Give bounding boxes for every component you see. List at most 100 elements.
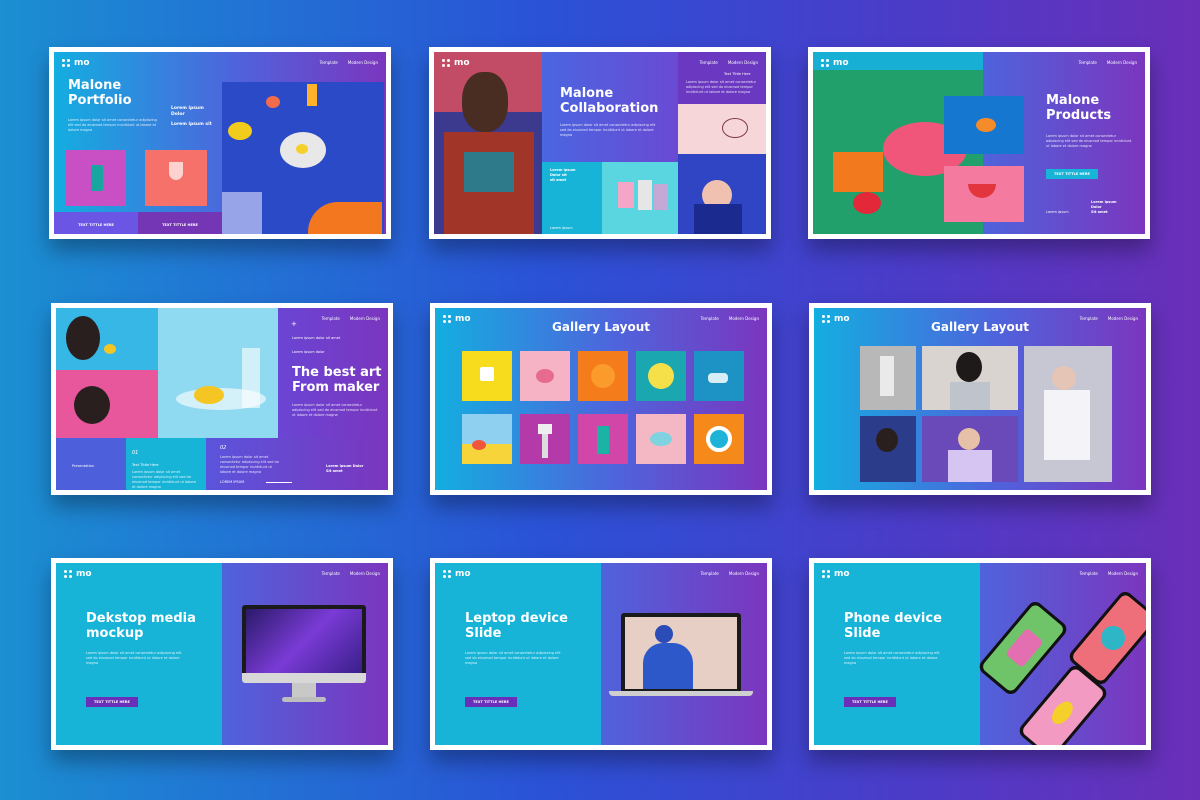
slide-title: Phone device Slide: [844, 611, 942, 641]
glass-photo: [145, 150, 207, 206]
logo: mo: [442, 58, 470, 68]
nav-template[interactable]: Template: [1079, 60, 1097, 65]
slide-products: mo Template Modern Design Malone Product…: [813, 52, 1145, 234]
text-title-button[interactable]: TEXT TITTLE HERE: [465, 697, 517, 707]
number-02: 02: [220, 445, 227, 451]
gallery-tile-cup[interactable]: [578, 414, 628, 464]
bestart-sub-text: Lorem ipsum dolor: [292, 350, 325, 354]
nav-modern-design[interactable]: Modern Design: [350, 571, 380, 576]
nav-template[interactable]: Template: [701, 316, 719, 321]
top-nav: Template Modern Design: [322, 571, 380, 576]
slide-card-portfolio[interactable]: mo Template Modern Design Malone Portfol…: [49, 47, 391, 239]
gallery-tile-lemon[interactable]: [636, 351, 686, 401]
desktop-monitor-stand: [292, 683, 316, 697]
gallery-person-neon[interactable]: [860, 416, 916, 482]
text-title-button[interactable]: TEXT TITTLE HERE: [844, 697, 896, 707]
gallery-tile-shoe[interactable]: [694, 351, 744, 401]
nav-template[interactable]: Template: [322, 571, 340, 576]
gallery-person-purple[interactable]: [922, 416, 1018, 482]
slide-card-laptop[interactable]: mo Template Modern Design Leptop device …: [430, 558, 772, 750]
products-bottom-right: Lorem ipsum Dolor Sit amet: [1091, 200, 1117, 214]
gallery-tile-mug[interactable]: [462, 351, 512, 401]
gallery-tile-plate[interactable]: [694, 414, 744, 464]
nav-template[interactable]: Template: [320, 60, 338, 65]
nav-modern-design[interactable]: Modern Design: [1108, 571, 1138, 576]
pink-leaf-photo: [678, 104, 766, 154]
slide-card-desktop[interactable]: mo Template Modern Design Dekstop media …: [51, 558, 393, 750]
gallery-tile-orange[interactable]: [578, 351, 628, 401]
nav-template[interactable]: Template: [701, 571, 719, 576]
collab-bottom-label: Lorem ipsum: [550, 226, 573, 230]
slide-laptop: mo Template Modern Design Leptop device …: [435, 563, 767, 745]
body-text: Lorem ipsum dolor sit amet consectetur a…: [1046, 134, 1132, 148]
lorem-ipsum-caps[interactable]: LOREM IPSUM: [220, 480, 244, 484]
watermelon-photo: [944, 166, 1024, 222]
slide-card-gallery-2[interactable]: mo Template Modern Design Gallery Layout: [809, 303, 1151, 495]
top-nav: Template Modern Design: [320, 60, 378, 65]
presentation-label: Presentation: [72, 464, 94, 468]
body-text: Lorem ipsum dolor sit amet consectetur a…: [465, 651, 561, 665]
nav-template[interactable]: Template: [1080, 316, 1098, 321]
text-title-button[interactable]: TEXT TITTLE HERE: [1046, 169, 1098, 179]
gallery-tile-bowl[interactable]: [636, 414, 686, 464]
slide-title: Dekstop media mockup: [86, 611, 196, 641]
collab-top-label: Text Tittle Here: [724, 72, 751, 76]
top-nav: Template Modern Design: [701, 571, 759, 576]
bottom-body: Lorem ipsum dolor sit amet consectetur a…: [132, 470, 197, 489]
nav-modern-design[interactable]: Modern Design: [729, 316, 759, 321]
logo-dots-icon: [822, 570, 830, 578]
logo: mo: [821, 58, 849, 68]
text-title-button-left[interactable]: TEXT TITTLE HERE: [54, 212, 138, 234]
slide-desktop: mo Template Modern Design Dekstop media …: [56, 563, 388, 745]
lemon-plate-photo: [158, 308, 278, 438]
nav-modern-design[interactable]: Modern Design: [729, 571, 759, 576]
slide-collaboration: mo Malone Collaboration Lorem ipsum dolo…: [434, 52, 766, 234]
nav-template[interactable]: Template: [322, 316, 340, 321]
body-text: Lorem ipsum dolor sit amet consectetur a…: [68, 118, 157, 132]
gallery-title: Gallery Layout: [552, 320, 650, 334]
nav-modern-design[interactable]: Modern Design: [348, 60, 378, 65]
logo: mo: [62, 58, 90, 68]
body-text: Lorem ipsum dolor sit amet consectetur a…: [844, 651, 940, 665]
gallery-tile-phone-stool[interactable]: [520, 414, 570, 464]
top-nav: Template Modern Design: [322, 316, 380, 321]
text-title-button-right[interactable]: TEXT TITTLE HERE: [138, 212, 222, 234]
text-title-button[interactable]: TEXT TITTLE HERE: [86, 697, 138, 707]
slide-title: Leptop device Slide: [465, 611, 568, 641]
gallery-person-bob[interactable]: [922, 346, 1018, 410]
bestart-top-text: Lorem ipsum dolor sit amet: [292, 336, 341, 340]
gallery-person-foil[interactable]: [1024, 346, 1112, 482]
breakfast-photo: [222, 82, 384, 234]
top-nav: Template Modern Design: [1080, 571, 1138, 576]
slide-card-gallery-1[interactable]: mo Template Modern Design Gallery Layout: [430, 303, 772, 495]
top-nav: Template Modern Design: [701, 316, 759, 321]
slide-phone: mo Template Modern Design Phone device S…: [814, 563, 1146, 745]
gallery-person-sitting[interactable]: [860, 346, 916, 410]
blue-woman-photo: [678, 154, 766, 234]
body-text: Lorem ipsum dolor sit amet consectetur a…: [86, 651, 182, 665]
slide-card-bestart[interactable]: Template Modern Design + Lorem ipsum dol…: [51, 303, 393, 495]
slide-gallery-2: mo Template Modern Design Gallery Layout: [814, 308, 1146, 490]
slide-card-phone[interactable]: mo Template Modern Design Phone device S…: [809, 558, 1151, 750]
text-title-label: Text Tittle Here: [132, 463, 159, 467]
gallery-tile-donuts[interactable]: [520, 351, 570, 401]
logo-dots-icon: [443, 570, 451, 578]
slide-card-products[interactable]: mo Template Modern Design Malone Product…: [808, 47, 1150, 239]
nav-modern-design[interactable]: Modern Design: [1108, 316, 1138, 321]
orange-on-blue-photo: [944, 96, 1024, 154]
nav-template[interactable]: Template: [700, 60, 718, 65]
arrow-line-icon: [266, 482, 292, 483]
nav-modern-design[interactable]: Modern Design: [350, 316, 380, 321]
slide-card-collaboration[interactable]: mo Malone Collaboration Lorem ipsum dolo…: [429, 47, 771, 239]
top-nav: Template Modern Design: [1080, 316, 1138, 321]
body-text: Lorem ipsum dolor sit amet consectetur a…: [560, 123, 656, 137]
collab-top-body: Lorem ipsum dolor sit amet consectetur a…: [686, 80, 757, 94]
number-01: 01: [132, 450, 139, 456]
nav-modern-design[interactable]: Modern Design: [1107, 60, 1137, 65]
nav-modern-design[interactable]: Modern Design: [728, 60, 758, 65]
gallery-title: Gallery Layout: [931, 320, 1029, 334]
slide-gallery-1: mo Template Modern Design Gallery Layout: [435, 308, 767, 490]
nav-template[interactable]: Template: [1080, 571, 1098, 576]
gallery-tile-grapefruit[interactable]: [462, 414, 512, 464]
logo: mo: [64, 569, 92, 579]
